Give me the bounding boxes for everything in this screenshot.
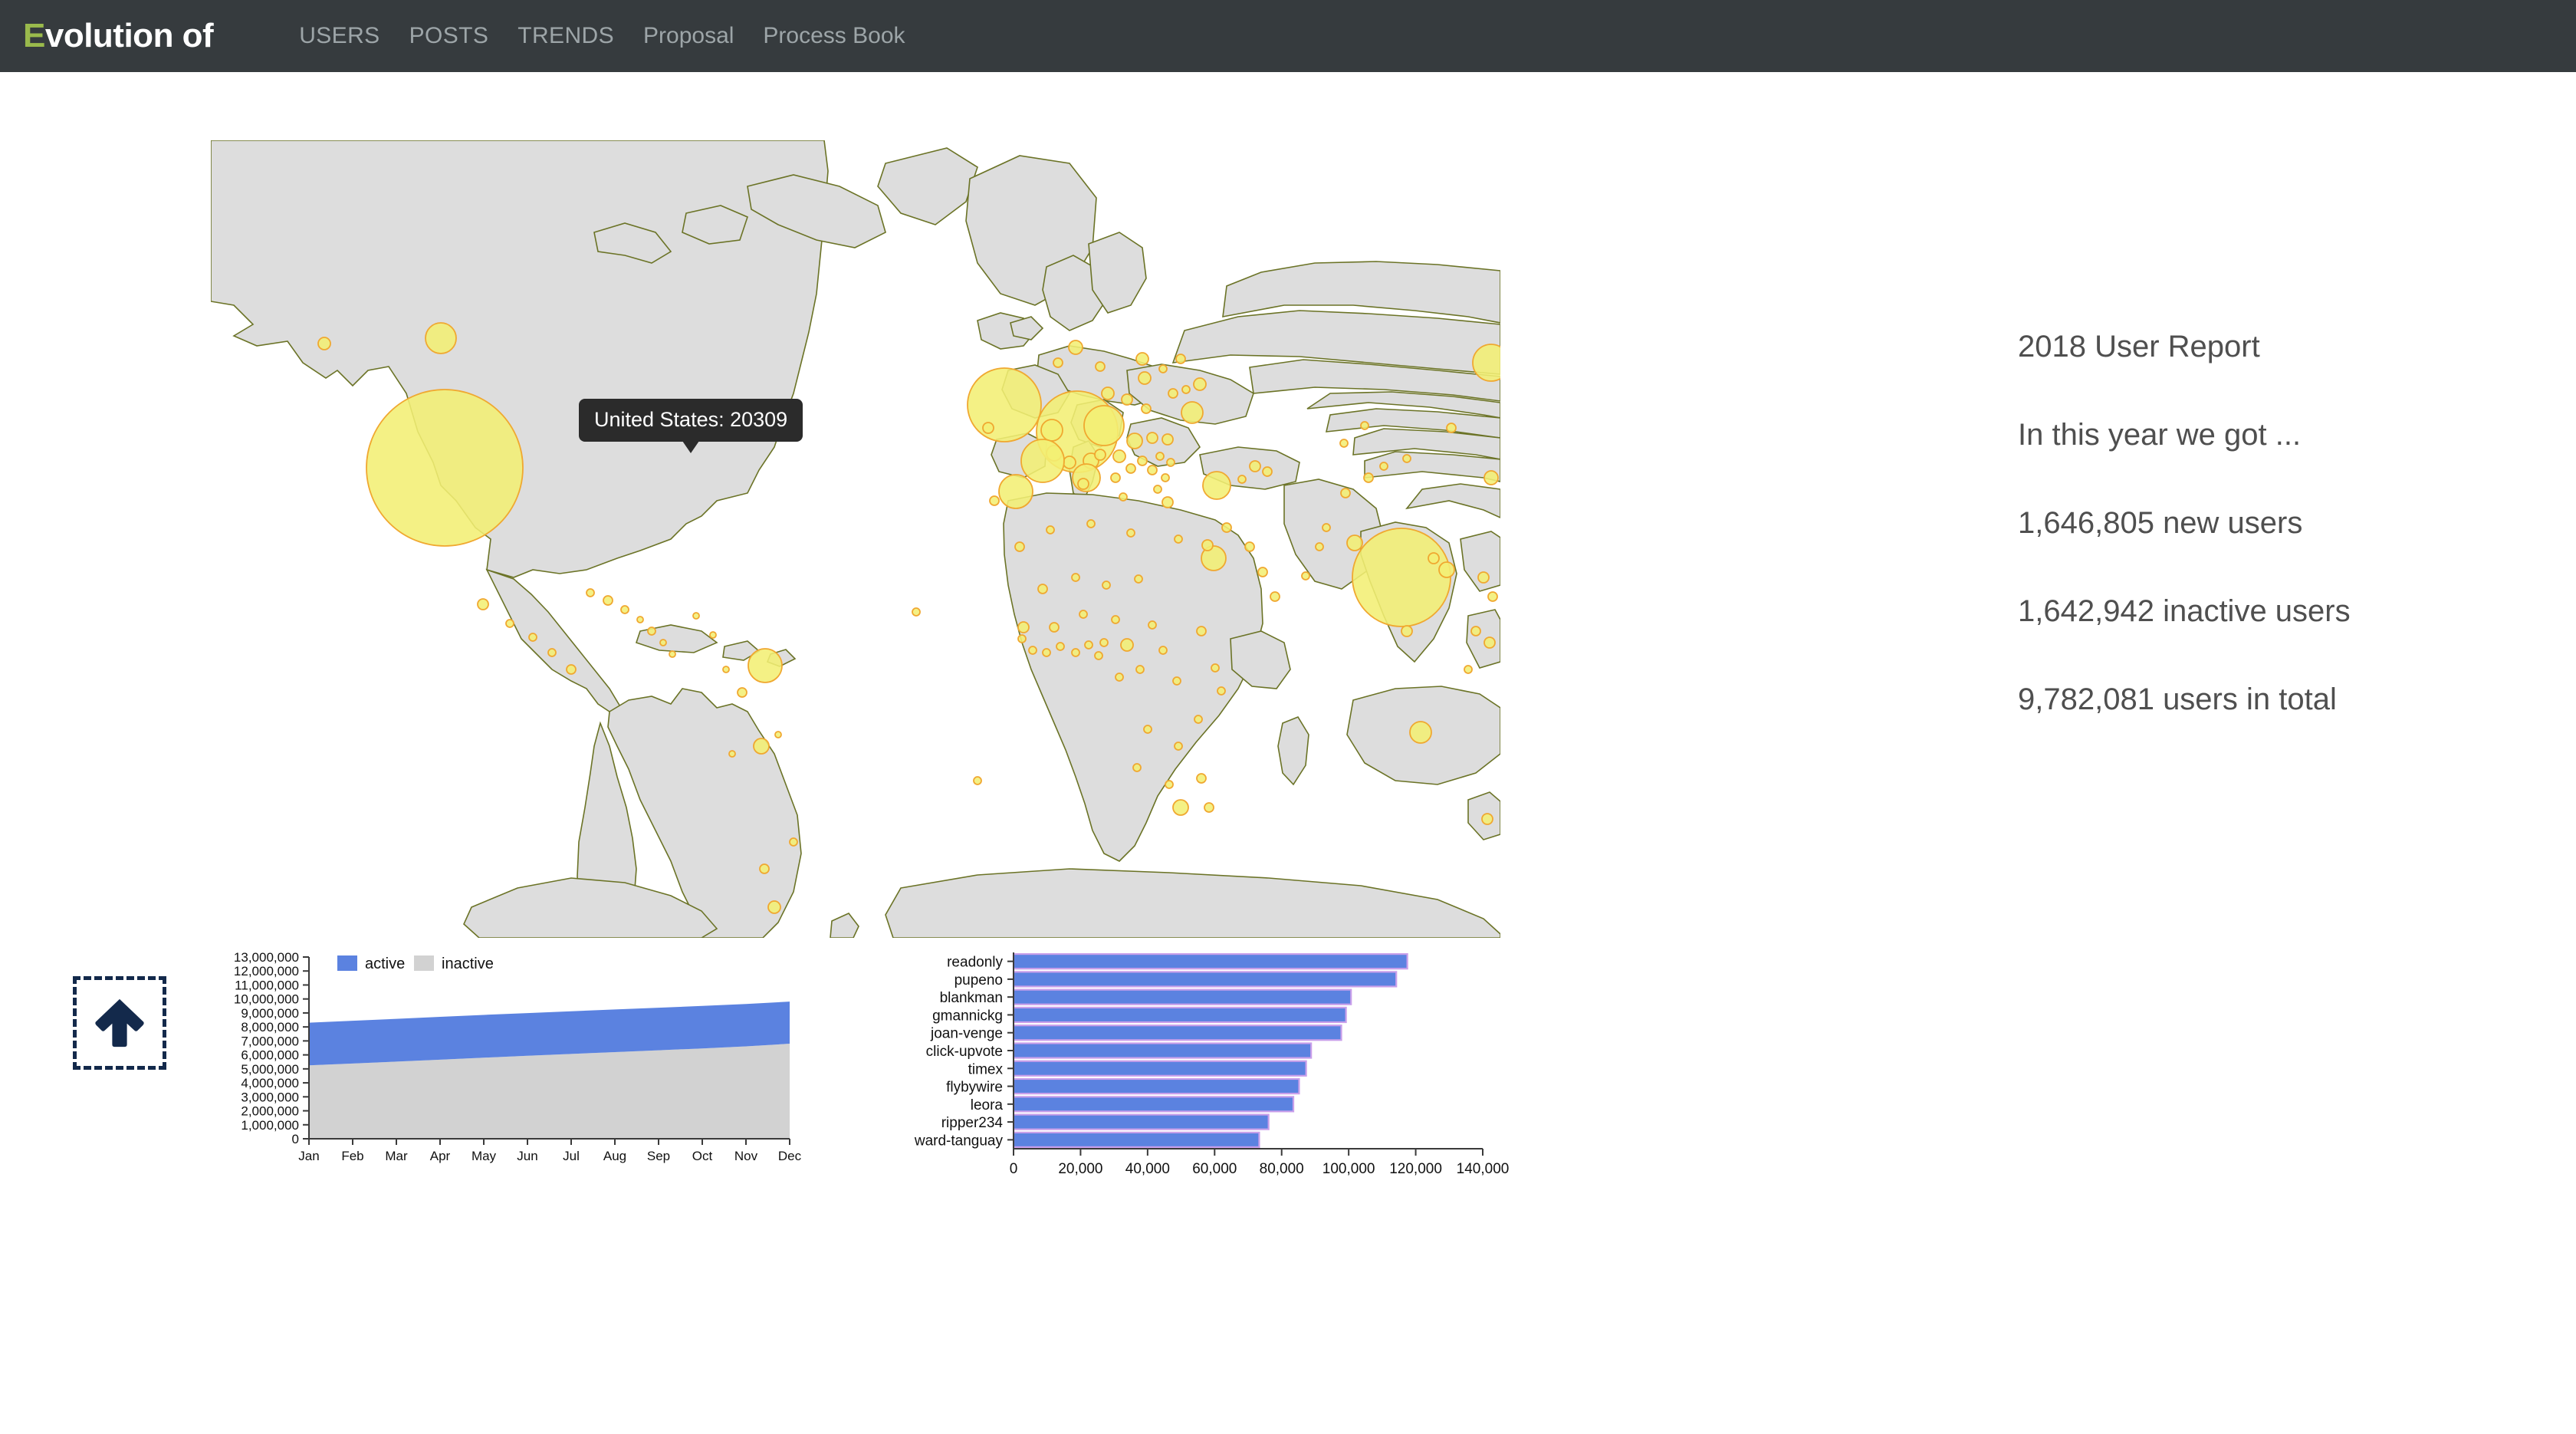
bar-chart-category-label: leora xyxy=(971,1097,1004,1113)
bar-chart-category-label: timex xyxy=(968,1061,1004,1077)
bar-x-tick-label: 20,000 xyxy=(1058,1161,1102,1177)
area-y-tick-label: 13,000,000 xyxy=(234,951,299,965)
bar-chart-bar[interactable] xyxy=(1012,1113,1270,1130)
bar-x-tick-label: 120,000 xyxy=(1389,1161,1442,1177)
bar-x-tick-label: 60,000 xyxy=(1192,1161,1237,1177)
top-users-bar-chart[interactable]: readonly pupeno blankman gmannickg joan-veng… xyxy=(882,951,1510,1227)
area-y-tick-label: 2,000,000 xyxy=(241,1104,299,1119)
area-x-tick-label: Dec xyxy=(778,1149,802,1163)
bar-chart-category-label: readonly xyxy=(947,955,1003,971)
report-intro-line: In this year we got ... xyxy=(2018,418,2302,452)
bar-chart-category-label: flybywire xyxy=(946,1080,1003,1096)
tooltip-arrow-icon xyxy=(682,441,700,453)
nav-item-trends[interactable]: TRENDS xyxy=(518,23,614,49)
bar-x-tick-label: 140,000 xyxy=(1457,1161,1510,1177)
bar-chart-bar[interactable] xyxy=(1012,1060,1307,1077)
report-new-users-line: 1,646,805 new users xyxy=(2018,506,2303,540)
bar-chart-category-label: pupeno xyxy=(955,972,1003,988)
area-x-tick-label: Feb xyxy=(341,1149,363,1163)
area-x-tick-label: Sep xyxy=(647,1149,670,1163)
legend-label-inactive: inactive xyxy=(442,955,494,972)
nav-links: USERS POSTS TRENDS Proposal Process Book xyxy=(299,23,905,49)
user-report-panel: 2018 User Report In this year we got ...… xyxy=(2018,330,2555,717)
bar-chart-bar[interactable] xyxy=(1012,1025,1342,1041)
nav-item-proposal[interactable]: Proposal xyxy=(643,23,734,49)
bar-chart-bar[interactable] xyxy=(1012,1077,1300,1095)
area-x-tick-label: Apr xyxy=(430,1149,451,1163)
legend-swatch-inactive[interactable] xyxy=(414,955,434,971)
scroll-to-top-button[interactable] xyxy=(73,976,166,1070)
bar-chart-category-label: ward-tanguay xyxy=(914,1133,1004,1149)
area-y-tick-label: 7,000,000 xyxy=(241,1034,299,1048)
area-x-tick-label: Aug xyxy=(603,1149,626,1163)
area-x-tick-label: Jul xyxy=(563,1149,580,1163)
area-y-tick-label: 6,000,000 xyxy=(241,1048,299,1063)
bar-chart-bar[interactable] xyxy=(1012,1042,1313,1059)
map-tooltip: United States: 20309 xyxy=(579,399,803,453)
brand-logo[interactable]: Evolution of xyxy=(23,17,214,55)
users-area-chart[interactable]: 0 1,000,000 2,000,000 3,000,000 4,000,000 5,0… xyxy=(222,951,805,1227)
report-title: 2018 User Report xyxy=(2018,330,2260,363)
bar-chart-category-label: click-upvote xyxy=(926,1044,1003,1060)
bar-chart-bar[interactable] xyxy=(1012,988,1352,1005)
area-chart-y-axis: 01,000,0002,000,0003,000,0004,000,0005,0… xyxy=(234,951,309,1146)
area-y-tick-label: 10,000,000 xyxy=(234,992,299,1007)
bar-chart-bar[interactable] xyxy=(1012,971,1398,988)
area-chart-svg: 01,000,0002,000,0003,000,0004,000,0005,0… xyxy=(234,951,802,1163)
legend-swatch-active[interactable] xyxy=(337,955,357,971)
bar-chart-bar[interactable] xyxy=(1012,952,1408,970)
report-inactive-users-line: 1,642,942 inactive users xyxy=(2018,594,2351,628)
map-tooltip-text: United States: 20309 xyxy=(594,408,788,431)
nav-item-process-book[interactable]: Process Book xyxy=(763,23,905,49)
legend-label-active: active xyxy=(365,955,405,972)
map-landmasses xyxy=(211,140,1500,938)
area-y-tick-label: 9,000,000 xyxy=(241,1006,299,1021)
area-x-tick-label: Mar xyxy=(385,1149,408,1163)
area-y-tick-label: 8,000,000 xyxy=(241,1020,299,1034)
area-x-tick-label: Oct xyxy=(692,1149,713,1163)
bar-chart-svg: readonlypupeno blankman gmannickg joan-veng… xyxy=(914,952,1510,1177)
report-total-users-line: 9,782,081 users in total xyxy=(2018,682,2337,716)
bar-chart-category-label: gmannickg xyxy=(932,1008,1003,1024)
world-map[interactable]: United States: 20309 xyxy=(211,140,1500,938)
brand-rest: volution of xyxy=(44,17,214,54)
bar-x-tick-label: 0 xyxy=(1010,1161,1018,1177)
area-x-tick-label: Nov xyxy=(734,1149,758,1163)
bar-chart-y-axis: readonlypupeno blankman gmannickg joan-veng… xyxy=(914,955,1014,1149)
world-map-svg[interactable] xyxy=(211,140,1500,938)
bar-chart-x-axis: 0 20,000 40,000 60,000 80,000 100,000 120,000 1… xyxy=(1010,1149,1510,1177)
area-y-tick-label: 12,000,000 xyxy=(234,964,299,978)
brand-initial: E xyxy=(23,17,45,54)
area-chart-legend[interactable]: active inactive xyxy=(337,955,494,972)
top-navbar: Evolution of USERS POSTS TRENDS Proposal… xyxy=(0,0,2576,72)
nav-item-posts[interactable]: POSTS xyxy=(409,23,489,49)
arrow-up-icon xyxy=(95,998,144,1048)
bar-x-tick-label: 40,000 xyxy=(1125,1161,1170,1177)
area-x-tick-label: May xyxy=(472,1149,497,1163)
area-y-tick-label: 4,000,000 xyxy=(241,1076,299,1090)
area-y-tick-label: 3,000,000 xyxy=(241,1090,299,1104)
bar-chart-bars[interactable] xyxy=(1012,952,1408,1149)
nav-item-users[interactable]: USERS xyxy=(299,23,380,49)
area-y-tick-label: 5,000,000 xyxy=(241,1062,299,1077)
bar-chart-bar[interactable] xyxy=(1012,1096,1295,1113)
area-chart-series xyxy=(309,1001,790,1139)
area-y-tick-label: 11,000,000 xyxy=(235,978,299,992)
area-x-tick-label: Jun xyxy=(517,1149,537,1163)
bar-chart-bar[interactable] xyxy=(1012,1131,1260,1149)
bar-chart-bar[interactable] xyxy=(1012,1006,1347,1024)
area-x-tick-label: Jan xyxy=(298,1149,319,1163)
bar-x-tick-label: 80,000 xyxy=(1260,1161,1304,1177)
area-y-tick-label: 0 xyxy=(292,1132,299,1146)
area-y-tick-label: 1,000,000 xyxy=(241,1118,299,1133)
map-bubbles[interactable] xyxy=(317,322,1500,938)
bar-x-tick-label: 100,000 xyxy=(1322,1161,1375,1177)
bar-chart-category-label: blankman xyxy=(940,990,1003,1006)
area-chart-x-axis: Jan Feb Mar Apr May Jun Jul Aug Sep Oct Nov Dec xyxy=(298,1139,802,1163)
bar-chart-category-label: joan-venge xyxy=(930,1026,1003,1042)
bar-chart-category-label: ripper234 xyxy=(941,1115,1004,1131)
